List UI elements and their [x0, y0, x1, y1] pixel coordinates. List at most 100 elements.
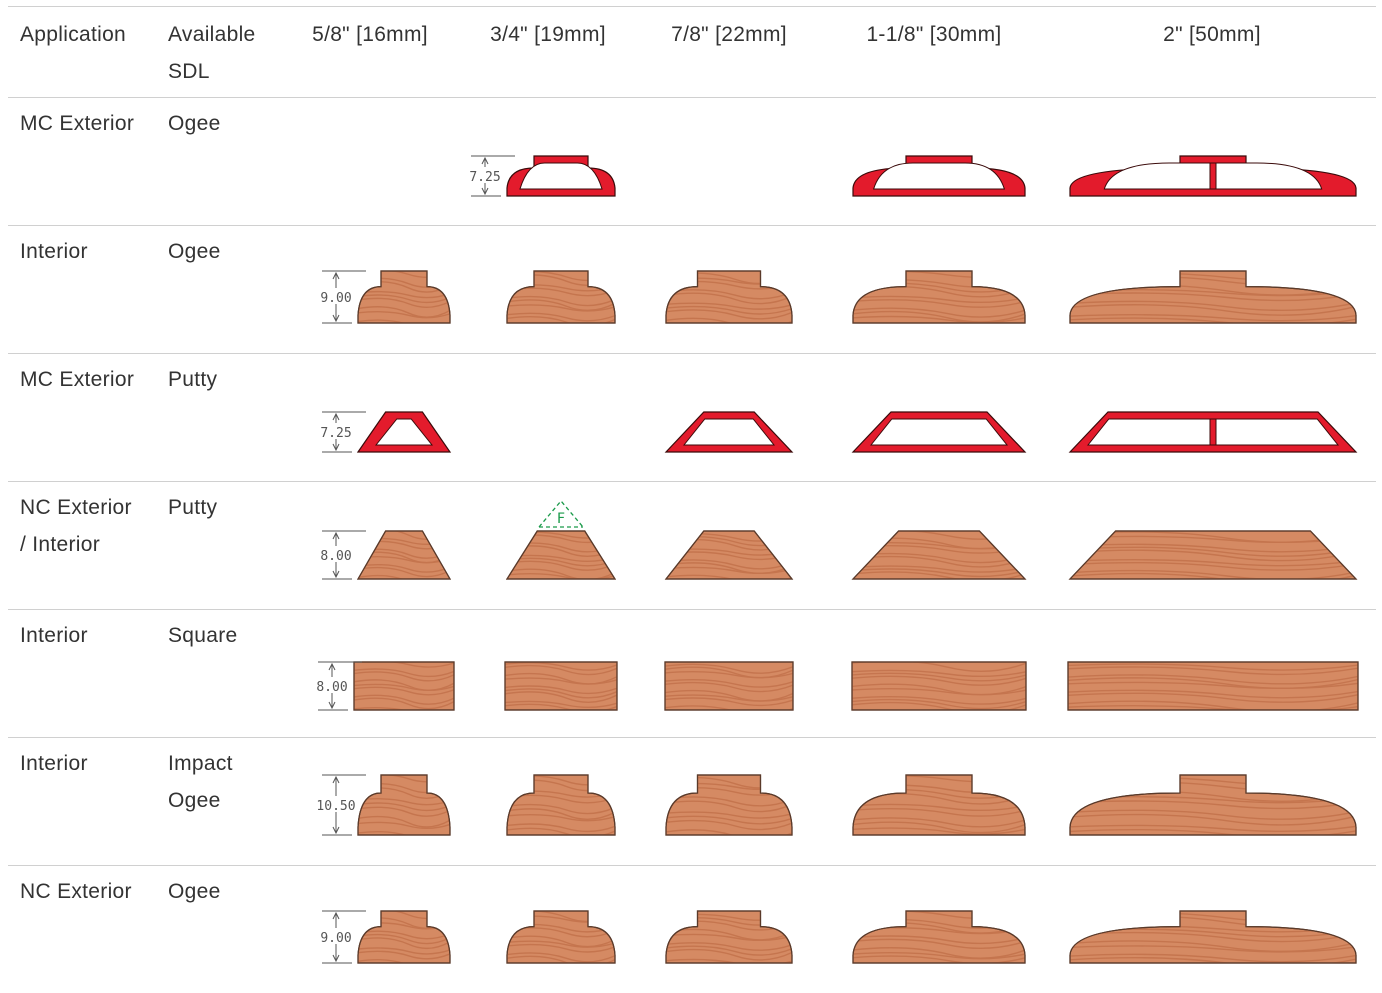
- cell-sdl: Impact Ogee: [168, 752, 233, 812]
- column-header: 1-1/8" [30mm]: [866, 23, 1002, 46]
- cell-application: MC Exterior: [20, 368, 135, 391]
- cell-sdl: Ogee: [168, 240, 221, 263]
- aluminum-hollow: [872, 162, 1006, 190]
- wood-profile: [506, 774, 616, 836]
- wood-grain: [1070, 776, 1356, 835]
- aluminum-profile: [851, 411, 1027, 453]
- wood-profile: [665, 774, 793, 836]
- dimension-label: 8.00: [320, 549, 351, 564]
- row-rule: [8, 737, 1376, 738]
- wood-profile: [1067, 661, 1359, 711]
- wood-grain: [358, 271, 450, 323]
- wood-profile: [1069, 270, 1357, 324]
- wood-profile: [357, 270, 451, 324]
- row-rule: [8, 609, 1376, 610]
- wood-grain: [1070, 531, 1356, 579]
- wood-profile: [357, 910, 451, 964]
- column-header: 5/8" [16mm]: [312, 23, 428, 46]
- aluminum-profile: [506, 155, 616, 197]
- column-header: 3/4" [19mm]: [490, 23, 606, 46]
- table-top-rule: [8, 6, 1376, 7]
- wood-profile: [851, 661, 1027, 711]
- cell-application: Interior: [20, 752, 88, 775]
- wood-profile: [665, 270, 793, 324]
- row-rule: [8, 353, 1376, 354]
- wood-grain: [358, 775, 450, 835]
- wood-profile: [506, 270, 616, 324]
- aluminum-profile: [1068, 411, 1358, 453]
- wood-profile: [852, 774, 1026, 836]
- wood-profile: [506, 910, 616, 964]
- cell-application: NC Exterior: [20, 880, 132, 903]
- cell-sdl: Ogee: [168, 880, 221, 903]
- row-rule: [8, 865, 1376, 866]
- wood-profile: [1069, 774, 1357, 836]
- wood-grain: [1068, 663, 1358, 710]
- aluminum-profile: [664, 411, 794, 453]
- wood-profile: [852, 270, 1026, 324]
- wood-profile: [1068, 530, 1358, 580]
- wood-grain: [1070, 272, 1356, 323]
- aluminum-profile: [1069, 155, 1357, 197]
- wood-profile: [851, 530, 1027, 580]
- wood-grain: [666, 776, 792, 835]
- wood-grain: [665, 663, 793, 710]
- wood-grain: [853, 271, 1025, 323]
- wood-grain: [507, 911, 615, 963]
- cell-sdl: Square: [168, 624, 238, 647]
- wood-profile: [505, 530, 617, 580]
- wood-grain: [853, 775, 1025, 835]
- cell-application: MC Exterior: [20, 112, 135, 135]
- wood-profile: [353, 661, 455, 711]
- dimension-label: 9.00: [320, 291, 351, 306]
- aluminum-web: [1209, 162, 1217, 190]
- column-header: 7/8" [22mm]: [671, 23, 787, 46]
- aluminum-web: [1209, 418, 1217, 446]
- wood-profile: [664, 530, 794, 580]
- column-header: Application: [20, 23, 127, 46]
- wood-profile: [356, 530, 452, 580]
- wood-grain: [853, 911, 1025, 963]
- wood-grain: [507, 531, 615, 579]
- wood-grain: [354, 662, 454, 710]
- aluminum-hollow: [1086, 418, 1340, 446]
- cell-application: Interior: [20, 624, 88, 647]
- dimension-label: 10.50: [316, 799, 355, 814]
- wood-grain: [505, 662, 617, 710]
- row-rule: [8, 225, 1376, 226]
- dimension-label: 7.25: [469, 170, 500, 185]
- aluminum-hollow: [1103, 162, 1323, 190]
- face-marker-label: F: [557, 511, 565, 527]
- cell-sdl: Putty: [168, 496, 218, 519]
- aluminum-hollow: [519, 162, 603, 190]
- wood-grain: [358, 531, 450, 579]
- wood-grain: [1070, 911, 1356, 963]
- dimension-label: 7.25: [320, 426, 351, 441]
- wood-profile: [852, 910, 1026, 964]
- aluminum-hollow: [682, 418, 776, 446]
- wood-grain: [358, 911, 450, 963]
- header-rule: [8, 97, 1376, 98]
- aluminum-profile: [852, 155, 1026, 197]
- aluminum-hollow: [869, 418, 1009, 446]
- wood-grain: [666, 913, 792, 963]
- wood-grain: [666, 272, 792, 323]
- cell-sdl: Putty: [168, 368, 218, 391]
- wood-profile: [504, 661, 618, 711]
- dimension-label: 8.00: [316, 680, 347, 695]
- cell-sdl: Ogee: [168, 112, 221, 135]
- aluminum-hollow: [374, 418, 434, 446]
- wood-grain: [852, 662, 1026, 710]
- dimension-label: 9.00: [320, 931, 351, 946]
- wood-profile: [665, 910, 793, 964]
- wood-profile: [664, 661, 794, 711]
- face-marker-icon: F: [538, 499, 584, 528]
- aluminum-profile: [356, 411, 452, 453]
- wood-profile: [1069, 910, 1357, 964]
- column-header: 2" [50mm]: [1163, 23, 1261, 46]
- column-header: Available SDL: [168, 23, 256, 83]
- cell-application: Interior: [20, 240, 88, 263]
- cell-application: NC Exterior / Interior: [20, 496, 132, 556]
- wood-profile: [357, 774, 451, 836]
- wood-grain: [666, 532, 792, 579]
